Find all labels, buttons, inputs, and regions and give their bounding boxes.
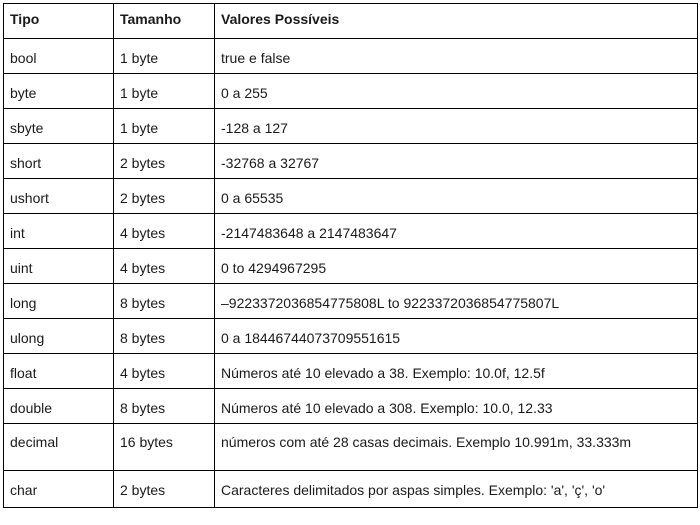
data-types-table: Tipo Tamanho Valores Possíveis bool 1 by…: [3, 3, 698, 508]
table-row: int 4 bytes -2147483648 a 2147483647: [3, 213, 698, 249]
cell-valores: 0 to 4294967295: [214, 248, 698, 284]
cell-tamanho: 2 bytes: [113, 143, 215, 179]
cell-tamanho: 1 byte: [113, 73, 215, 109]
cell-valores: –9223372036854775808L to 922337203685477…: [214, 283, 698, 319]
cell-valores: Números até 10 elevado a 308. Exemplo: 1…: [214, 388, 698, 424]
header-tipo: Tipo: [3, 3, 114, 39]
table-row: uint 4 bytes 0 to 4294967295: [3, 248, 698, 284]
cell-valores: Números até 10 elevado a 38. Exemplo: 10…: [214, 353, 698, 389]
table-row: ulong 8 bytes 0 a 18446744073709551615: [3, 318, 698, 354]
table-row: long 8 bytes –9223372036854775808L to 92…: [3, 283, 698, 319]
cell-tamanho: 8 bytes: [113, 388, 215, 424]
table-row: char 2 bytes Caracteres delimitados por …: [3, 470, 698, 508]
cell-tipo: int: [3, 213, 114, 249]
table-row: byte 1 byte 0 a 255: [3, 73, 698, 109]
cell-valores: 0 a 18446744073709551615: [214, 318, 698, 354]
cell-tamanho: 16 bytes: [113, 423, 215, 471]
table-row: sbyte 1 byte -128 a 127: [3, 108, 698, 144]
cell-valores: -2147483648 a 2147483647: [214, 213, 698, 249]
cell-valores: -32768 a 32767: [214, 143, 698, 179]
table-row: decimal 16 bytes números com até 28 casa…: [3, 423, 698, 471]
cell-tipo: char: [3, 470, 114, 508]
cell-tipo: byte: [3, 73, 114, 109]
cell-valores: 0 a 255: [214, 73, 698, 109]
cell-tamanho: 4 bytes: [113, 248, 215, 284]
cell-tipo: decimal: [3, 423, 114, 471]
header-tamanho: Tamanho: [113, 3, 215, 39]
table-row: ushort 2 bytes 0 a 65535: [3, 178, 698, 214]
cell-tamanho: 2 bytes: [113, 470, 215, 508]
cell-tipo: ulong: [3, 318, 114, 354]
cell-valores: -128 a 127: [214, 108, 698, 144]
table-row: bool 1 byte true e false: [3, 38, 698, 74]
cell-valores: true e false: [214, 38, 698, 74]
table-row: short 2 bytes -32768 a 32767: [3, 143, 698, 179]
cell-valores: 0 a 65535: [214, 178, 698, 214]
cell-tamanho: 8 bytes: [113, 318, 215, 354]
table-header-row: Tipo Tamanho Valores Possíveis: [3, 3, 698, 39]
cell-tipo: long: [3, 283, 114, 319]
cell-tipo: bool: [3, 38, 114, 74]
cell-tipo: sbyte: [3, 108, 114, 144]
cell-tamanho: 8 bytes: [113, 283, 215, 319]
cell-tamanho: 4 bytes: [113, 353, 215, 389]
cell-tipo: float: [3, 353, 114, 389]
cell-tipo: uint: [3, 248, 114, 284]
cell-tamanho: 2 bytes: [113, 178, 215, 214]
cell-tipo: double: [3, 388, 114, 424]
cell-tamanho: 4 bytes: [113, 213, 215, 249]
table-row: double 8 bytes Números até 10 elevado a …: [3, 388, 698, 424]
cell-tipo: short: [3, 143, 114, 179]
table-row: float 4 bytes Números até 10 elevado a 3…: [3, 353, 698, 389]
header-valores-possiveis: Valores Possíveis: [214, 3, 698, 39]
cell-valores: Caracteres delimitados por aspas simples…: [214, 470, 698, 508]
cell-valores: números com até 28 casas decimais. Exemp…: [214, 423, 698, 471]
cell-tipo: ushort: [3, 178, 114, 214]
cell-tamanho: 1 byte: [113, 38, 215, 74]
cell-tamanho: 1 byte: [113, 108, 215, 144]
